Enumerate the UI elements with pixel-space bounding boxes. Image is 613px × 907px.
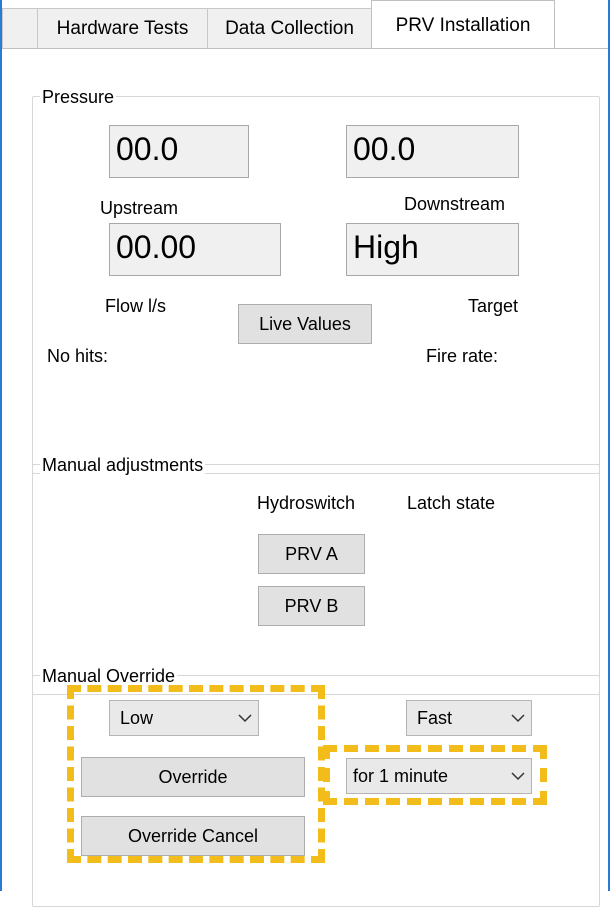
downstream-readout: 00.0: [346, 125, 519, 178]
prv-installation-page: Pressure 00.0 Upstream 00.0 Downstream 0…: [2, 49, 608, 907]
fire-rate-label: Fire rate:: [426, 346, 499, 366]
target-readout: High: [346, 223, 519, 276]
manual-adjustments-title: Manual adjustments: [40, 454, 206, 476]
target-label: Target: [468, 296, 519, 316]
highlight-box-right: [323, 745, 547, 805]
prv-b-button[interactable]: PRV B: [258, 586, 365, 626]
latch-state-label: Latch state: [407, 493, 496, 513]
upstream-label: Upstream: [100, 198, 179, 218]
downstream-label: Downstream: [404, 194, 506, 214]
flow-label: Flow l/s: [105, 296, 167, 316]
manual-override-title: Manual Override: [40, 665, 178, 687]
highlight-box-left: [67, 685, 325, 863]
speed-select[interactable]: Fast: [406, 700, 532, 736]
tab-data-collection[interactable]: Data Collection: [207, 8, 372, 49]
tab-hardware-tests[interactable]: Hardware Tests: [37, 8, 208, 49]
pressure-group-title: Pressure: [40, 86, 117, 108]
prv-a-button[interactable]: PRV A: [258, 534, 365, 574]
live-values-button[interactable]: Live Values: [238, 304, 372, 344]
upstream-readout: 00.0: [109, 125, 249, 178]
hydroswitch-label: Hydroswitch: [257, 493, 356, 513]
speed-select-value: Fast: [417, 707, 453, 728]
no-hits-label: No hits:: [47, 346, 109, 366]
window-border-right: [608, 0, 610, 891]
chevron-down-icon: [505, 701, 531, 735]
flow-readout: 00.00: [109, 223, 281, 276]
tab-strip: Hardware Tests Data Collection PRV Insta…: [2, 0, 608, 50]
tab-overflow[interactable]: [2, 8, 38, 49]
tab-prv-installation[interactable]: PRV Installation: [371, 0, 555, 50]
